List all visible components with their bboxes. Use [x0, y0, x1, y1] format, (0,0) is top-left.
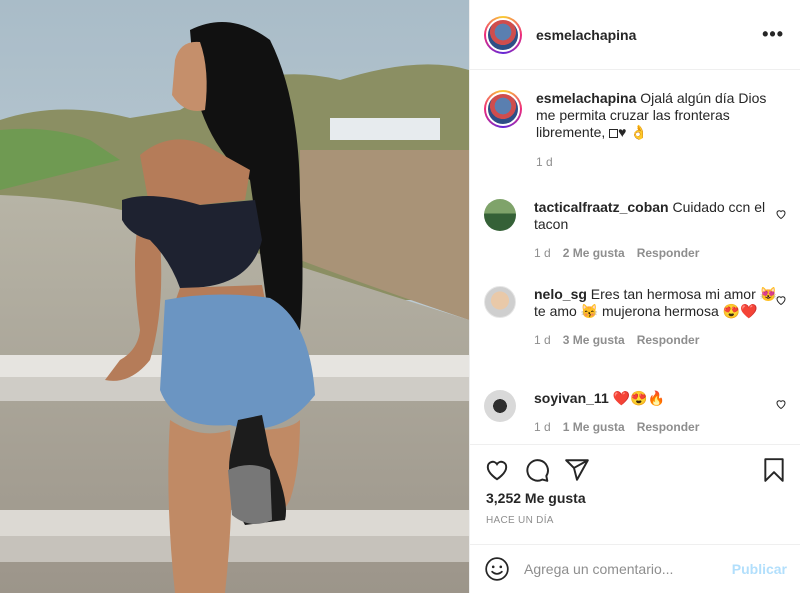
post-panel: esmelachapina ••• esmelachapina Ojalá al…	[469, 0, 800, 593]
author-username[interactable]: esmelachapina	[536, 27, 762, 43]
comment-likes[interactable]: 1 Me gusta	[563, 419, 625, 436]
post-image	[0, 0, 469, 593]
more-icon[interactable]: •••	[762, 24, 784, 45]
likes-count[interactable]: 3,252 Me gusta	[486, 490, 586, 506]
emoji-icon[interactable]	[484, 556, 510, 582]
post-timestamp[interactable]: HACE UN DÍA	[486, 515, 554, 526]
post-actions: 3,252 Me gusta HACE UN DÍA	[470, 444, 800, 544]
post-photo[interactable]	[0, 0, 469, 593]
comment-row: nelo_sg Eres tan hermosa mi amor 😻 te am…	[484, 286, 787, 349]
caption-avatar[interactable]	[484, 90, 522, 128]
caption-emoji: ♥ 👌	[618, 124, 648, 140]
comment-username[interactable]: nelo_sg	[534, 286, 587, 302]
like-comment-icon[interactable]	[775, 294, 787, 306]
heart-icon[interactable]	[484, 457, 510, 483]
commenter-avatar[interactable]	[484, 199, 516, 231]
unsupported-glyph-icon	[609, 129, 619, 138]
reply-button[interactable]: Responder	[637, 332, 700, 349]
author-avatar[interactable]	[484, 15, 522, 54]
like-comment-icon[interactable]	[775, 208, 787, 220]
comment-row: soyivan_11 ❤️😍🔥 1 d 1 Me gusta Responder	[484, 390, 787, 436]
post-header: esmelachapina •••	[470, 0, 800, 70]
caption-row: esmelachapina Ojalá algún día Dios me pe…	[484, 90, 787, 171]
comment-input[interactable]	[524, 561, 732, 577]
share-icon[interactable]	[564, 457, 590, 483]
add-comment-bar: Publicar	[470, 544, 800, 593]
comment-likes[interactable]: 3 Me gusta	[563, 332, 625, 349]
commenter-avatar[interactable]	[484, 286, 516, 318]
comment-icon[interactable]	[524, 457, 550, 483]
reply-button[interactable]: Responder	[637, 419, 700, 436]
comment-row: tacticalfraatz_coban Cuidado ccn el taco…	[484, 199, 787, 262]
comment-likes[interactable]: 2 Me gusta	[563, 245, 625, 262]
caption-username[interactable]: esmelachapina	[536, 90, 636, 106]
comment-username[interactable]: soyivan_11	[534, 390, 609, 406]
like-comment-icon[interactable]	[775, 398, 787, 410]
comments-list: esmelachapina Ojalá algún día Dios me pe…	[470, 70, 800, 444]
comment-text: ❤️😍🔥	[612, 390, 665, 406]
caption-age[interactable]: 1 d	[536, 154, 553, 171]
reply-button[interactable]: Responder	[637, 245, 700, 262]
commenter-avatar[interactable]	[484, 390, 516, 422]
comment-age[interactable]: 1 d	[534, 419, 551, 436]
comment-age[interactable]: 1 d	[534, 245, 551, 262]
comment-username[interactable]: tacticalfraatz_coban	[534, 199, 669, 215]
publish-button[interactable]: Publicar	[732, 561, 787, 577]
comment-age[interactable]: 1 d	[534, 332, 551, 349]
bookmark-icon[interactable]	[761, 457, 787, 483]
